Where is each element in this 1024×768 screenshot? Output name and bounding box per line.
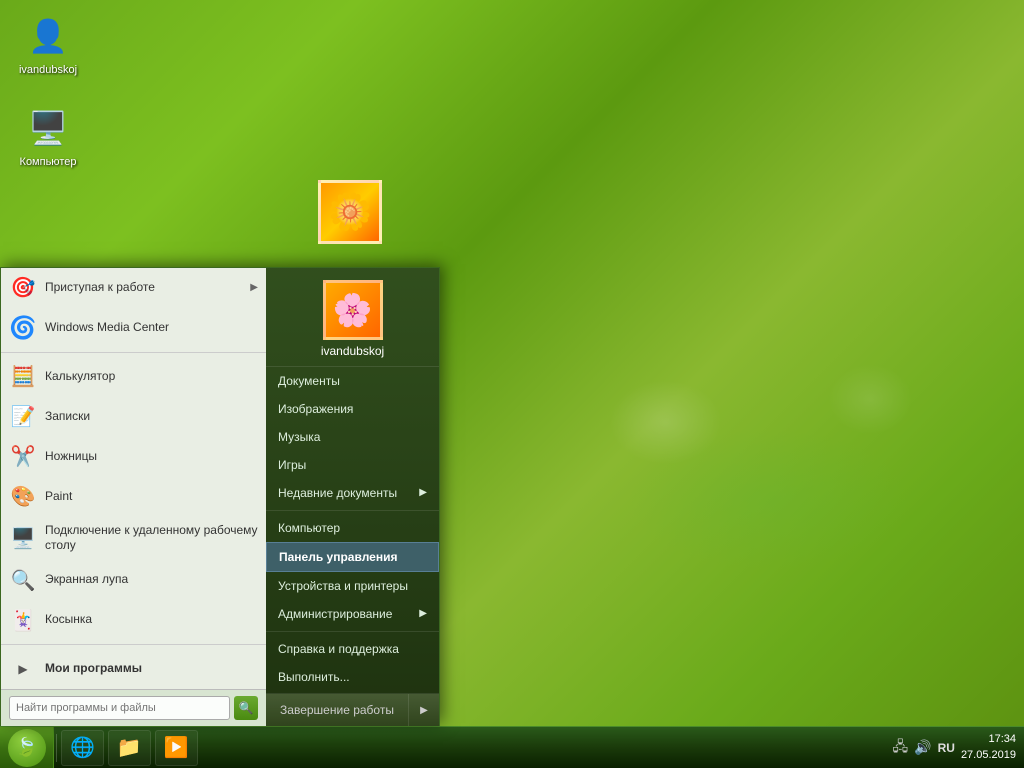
menu-item-paint[interactable]: 🎨 Paint: [1, 477, 266, 517]
right-menu-muzika[interactable]: Музыка: [266, 423, 439, 451]
windows-media-icon: 🌀: [9, 314, 37, 342]
taskbar-media[interactable]: ▶️: [155, 730, 198, 766]
tray-network-icon[interactable]: 🖧: [893, 736, 909, 760]
search-input[interactable]: [9, 696, 230, 720]
moi-programmy-label: Мои программы: [45, 661, 258, 677]
right-menu-ustroistva[interactable]: Устройства и принтеры: [266, 572, 439, 600]
system-tray: 🖧 🔊 RU 17:34 27.05.2019: [885, 732, 1024, 763]
paint-icon: 🎨: [9, 483, 37, 511]
menu-item-moi-programmy[interactable]: ▶ Мои программы: [1, 649, 266, 689]
flower-thumbnail: 🌼: [318, 180, 382, 244]
windows-media-label: Windows Media Center: [45, 320, 258, 336]
tray-time: 17:34: [961, 732, 1016, 747]
menu-item-kalkulator[interactable]: 🧮 Калькулятор: [1, 357, 266, 397]
taskbar-ie[interactable]: 🌐: [61, 730, 104, 766]
desktop-icon-computer[interactable]: 🖥️ Компьютер: [8, 100, 88, 173]
desktop: 👤 ivandubskoj 🖥️ Компьютер 🌼 🎯 Приступая…: [0, 0, 1024, 768]
user-name: ivandubskoj: [321, 344, 384, 358]
nozhnitsy-label: Ножницы: [45, 449, 258, 465]
shutdown-button[interactable]: Завершение работы: [266, 694, 409, 726]
kosynka-icon: 🃏: [9, 606, 37, 634]
menu-item-zapiski[interactable]: 📝 Записки: [1, 397, 266, 437]
kosynka-label: Косынка: [45, 612, 258, 628]
tray-language[interactable]: RU: [938, 741, 955, 755]
menu-item-pristaupaya[interactable]: 🎯 Приступая к работе ▶: [1, 268, 266, 308]
right-menu-spravka[interactable]: Справка и поддержка: [266, 635, 439, 663]
paint-label: Paint: [45, 489, 258, 505]
pristaupaya-label: Приступая к работе: [45, 280, 242, 296]
user-section: 🌸 ivandubskoj: [266, 272, 439, 367]
right-menu-igry[interactable]: Игры: [266, 451, 439, 479]
start-menu: 🎯 Приступая к работе ▶ 🌀 Windows Media C…: [0, 267, 440, 726]
menu-item-kosynka[interactable]: 🃏 Косынка: [1, 600, 266, 640]
taskbar-divider-1: [56, 734, 57, 762]
right-menu-panel[interactable]: Панель управления: [266, 542, 439, 572]
search-box: 🔍: [1, 689, 266, 726]
zapiski-icon: 📝: [9, 403, 37, 431]
nedavnie-arrow-icon: ▶: [419, 487, 427, 498]
right-menu-dokumenty[interactable]: Документы: [266, 367, 439, 395]
right-menu-izobrazheniya[interactable]: Изображения: [266, 395, 439, 423]
menu-item-ekran-lupa[interactable]: 🔍 Экранная лупа: [1, 560, 266, 600]
start-button[interactable]: 🍃: [0, 727, 54, 768]
user-avatar: 🌸: [323, 280, 383, 340]
start-orb: 🍃: [8, 729, 46, 767]
tray-clock[interactable]: 17:34 27.05.2019: [961, 732, 1016, 763]
ekran-lupa-label: Экранная лупа: [45, 572, 258, 588]
ekran-lupa-icon: 🔍: [9, 566, 37, 594]
user-avatar-icon: 👤: [24, 12, 72, 60]
search-button[interactable]: 🔍: [234, 696, 258, 720]
tray-volume-icon[interactable]: 🔊: [914, 739, 931, 756]
start-menu-bottom: Завершение работы ▶: [266, 693, 439, 726]
right-separator-1: [266, 510, 439, 511]
zapiski-label: Записки: [45, 409, 258, 425]
right-separator-2: [266, 631, 439, 632]
menu-separator-2: [1, 644, 266, 645]
menu-item-podkluchenie[interactable]: 🖥️ Подключение к удаленному рабочему сто…: [1, 517, 266, 560]
menu-separator-1: [1, 352, 266, 353]
podkluchenie-icon: 🖥️: [9, 524, 37, 552]
kalkulator-label: Калькулятор: [45, 369, 258, 385]
right-menu-administrirovanie[interactable]: Администрирование ▶: [266, 600, 439, 628]
right-menu-nedavnie[interactable]: Недавние документы ▶: [266, 479, 439, 507]
shutdown-arrow-button[interactable]: ▶: [409, 694, 439, 726]
pristaupaya-icon: 🎯: [9, 274, 37, 302]
shutdown-arrow-icon: ▶: [420, 705, 428, 716]
start-menu-left-panel: 🎯 Приступая к работе ▶ 🌀 Windows Media C…: [1, 268, 266, 726]
start-menu-right-panel: 🌸 ivandubskoj Документы Изображения Музы…: [266, 268, 439, 726]
moi-programmy-arrow-icon: ▶: [9, 655, 37, 683]
pristaupaya-arrow: ▶: [250, 282, 258, 293]
menu-item-nozhnitsy[interactable]: ✂️ Ножницы: [1, 437, 266, 477]
right-menu-vypolnit[interactable]: Выполнить...: [266, 663, 439, 691]
taskbar-explorer[interactable]: 📁: [108, 730, 151, 766]
tray-date: 27.05.2019: [961, 748, 1016, 763]
kalkulator-icon: 🧮: [9, 363, 37, 391]
desktop-icon-user[interactable]: 👤 ivandubskoj: [8, 8, 88, 81]
taskbar: 🍃 🌐 📁 ▶️ 🖧 🔊 RU 17:34 27.05.2019: [0, 726, 1024, 768]
admin-arrow-icon: ▶: [419, 608, 427, 619]
user-icon-label: ivandubskoj: [19, 64, 77, 77]
menu-item-windows-media[interactable]: 🌀 Windows Media Center: [1, 308, 266, 348]
computer-icon-img: 🖥️: [24, 104, 72, 152]
podkluchenie-label: Подключение к удаленному рабочему столу: [45, 523, 258, 554]
nozhnitsy-icon: ✂️: [9, 443, 37, 471]
right-menu-komputer[interactable]: Компьютер: [266, 514, 439, 542]
computer-icon-label: Компьютер: [20, 156, 77, 169]
